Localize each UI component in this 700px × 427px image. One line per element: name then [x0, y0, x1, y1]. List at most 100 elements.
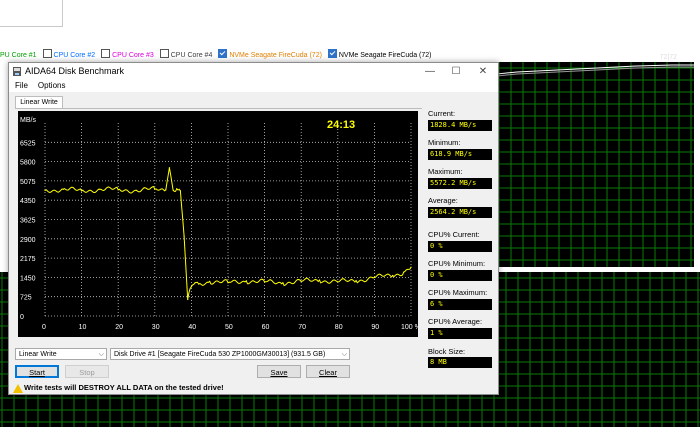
legend-checkbox-cpu-core-2[interactable]	[42, 49, 52, 58]
x-tick-label: 40	[188, 324, 196, 331]
data-point	[403, 271, 405, 273]
data-point	[410, 266, 412, 268]
data-point	[227, 282, 229, 284]
elapsed-timer: 24:13	[327, 119, 356, 131]
y-tick-label: 5075	[20, 179, 36, 186]
data-point	[165, 189, 167, 191]
data-point	[135, 189, 138, 191]
data-point	[179, 190, 182, 192]
x-tick-label: 30	[152, 324, 160, 331]
legend-checkbox-cpu-core-4[interactable]	[159, 49, 169, 58]
data-point	[318, 279, 321, 281]
data-point	[62, 188, 64, 190]
data-point	[44, 189, 46, 191]
start-button[interactable]: Start	[15, 365, 59, 378]
cpu-minimum-value: 0 %	[428, 270, 492, 281]
y-tick-label: 5800	[20, 160, 36, 167]
legend-cpu-core-1[interactable]: PU Core #1	[0, 50, 37, 62]
clear-button-label: Clear	[319, 368, 337, 377]
data-point	[198, 283, 200, 285]
maximum-label: Maximum:	[428, 167, 463, 176]
start-button-label: Start	[29, 368, 45, 377]
data-point	[392, 274, 394, 277]
cpu-average-label: CPU% Average:	[428, 317, 483, 326]
current-value: 1828.4 MB/s	[428, 120, 492, 131]
data-point	[282, 282, 284, 284]
maximize-button[interactable]: ☐	[443, 64, 469, 79]
data-point	[172, 189, 174, 191]
data-point	[190, 286, 192, 288]
average-value: 2564.2 MB/s	[428, 207, 492, 218]
y-tick-label: 2900	[20, 237, 36, 244]
test-type-select[interactable]: Linear Write ⌵	[15, 348, 107, 360]
menu-bar: File Options	[9, 80, 498, 92]
legend-nvme-1[interactable]: NVMe Seagate FireCuda (72)	[229, 50, 322, 62]
menu-file[interactable]: File	[15, 81, 28, 90]
stop-button[interactable]: Stop	[65, 365, 109, 378]
average-label: Average:	[428, 196, 458, 205]
data-point	[154, 188, 156, 190]
legend-cpu-core-3[interactable]: CPU Core #3	[112, 50, 154, 62]
drive-value: Disk Drive #1 [Seagate FireCuda 530 ZP10…	[114, 351, 326, 358]
x-tick-label: 50	[225, 324, 233, 331]
minimize-button[interactable]: —	[417, 64, 443, 79]
disk-icon	[13, 67, 21, 76]
save-button-label: Save	[270, 368, 288, 377]
maximum-value: 5572.2 MB/s	[428, 178, 492, 189]
data-point	[300, 280, 302, 282]
data-point	[168, 167, 171, 169]
data-point	[187, 298, 189, 301]
x-tick-label: 90	[371, 324, 379, 331]
close-button[interactable]: ✕	[470, 64, 496, 79]
data-point	[194, 282, 196, 284]
data-point	[183, 235, 185, 237]
x-tick-label: 60	[262, 324, 270, 331]
x-tick-label: 70	[298, 324, 306, 331]
block-size-value: 8 MB	[428, 357, 492, 368]
data-point	[209, 280, 211, 282]
x-tick-label: 10	[79, 324, 87, 331]
block-size-label: Block Size:	[428, 347, 466, 356]
warning-icon	[13, 384, 23, 393]
save-button[interactable]: Save	[257, 365, 301, 378]
minimum-label: Minimum:	[428, 138, 461, 147]
clear-button[interactable]: Clear	[306, 365, 350, 378]
data-point	[337, 281, 339, 283]
drive-select[interactable]: Disk Drive #1 [Seagate FireCuda 530 ZP10…	[110, 348, 350, 360]
background-panel	[0, 0, 63, 27]
title-bar[interactable]: AIDA64 Disk Benchmark — ☐ ✕	[9, 63, 498, 80]
legend-cpu-core-2[interactable]: CPU Core #2	[54, 50, 96, 62]
stop-button-label: Stop	[79, 368, 95, 377]
cpu-current-value: 0 %	[428, 241, 492, 252]
minimum-value: 618.9 MB/s	[428, 149, 492, 160]
legend-cpu-core-4[interactable]: CPU Core #4	[171, 50, 213, 62]
test-type-value: Linear Write	[19, 351, 57, 358]
data-point	[264, 281, 266, 283]
y-tick-label: 6525	[20, 140, 36, 147]
cpu-current-label: CPU% Current:	[428, 230, 480, 239]
sensor-graph-top	[497, 62, 694, 267]
x-tick-label: 20	[115, 324, 123, 331]
legend-checkbox-nvme-2[interactable]	[327, 49, 337, 58]
chart-canvas: 0 725 1450 2175 2900 3625 4350 5075 5800 6525 MB/s…	[20, 117, 418, 331]
warning-message: Write tests will DESTROY ALL DATA on the…	[24, 383, 224, 392]
legend-nvme-2[interactable]: NVMe Seagate FireCuda (72)	[339, 50, 432, 62]
cpu-maximum-label: CPU% Maximum:	[428, 288, 488, 297]
window-title: AIDA64 Disk Benchmark	[25, 66, 125, 76]
data-point	[245, 280, 247, 282]
x-tick-label: 0	[42, 324, 46, 331]
disk-benchmark-window: AIDA64 Disk Benchmark — ☐ ✕ File Options …	[8, 62, 499, 395]
y-tick-label: 3625	[20, 218, 36, 225]
data-point	[176, 188, 178, 190]
current-label: Current:	[428, 109, 456, 118]
legend-checkbox-cpu-core-3[interactable]	[101, 49, 111, 58]
legend-checkbox-nvme-1[interactable]	[218, 49, 228, 58]
data-point	[99, 188, 101, 190]
y-tick-label: 2175	[20, 256, 36, 263]
chevron-down-icon: ⌵	[98, 351, 104, 358]
x-tick-label: 100 %	[401, 324, 418, 331]
y-tick-label: 725	[20, 295, 32, 302]
data-point	[81, 190, 83, 192]
menu-options[interactable]: Options	[38, 81, 66, 90]
data-point	[373, 276, 375, 278]
